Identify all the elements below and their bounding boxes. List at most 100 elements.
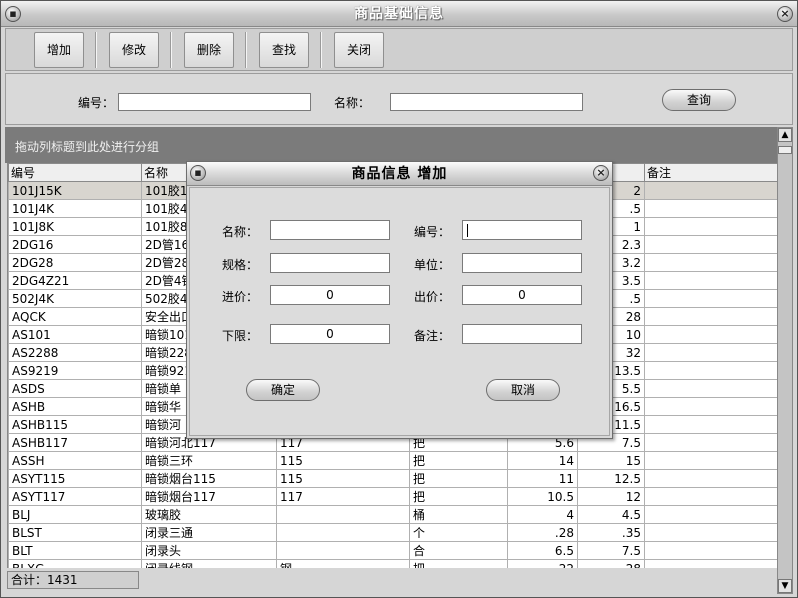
ok-button[interactable]: 确定 — [246, 379, 320, 401]
table-cell[interactable] — [644, 325, 777, 344]
table-cell[interactable]: AS2288 — [8, 343, 142, 362]
table-cell[interactable] — [276, 541, 410, 560]
dialog-buy-price-field[interactable]: 0 — [270, 285, 390, 305]
table-cell[interactable]: 115 — [276, 451, 410, 470]
window-menu-icon[interactable]: ▪ — [5, 6, 21, 22]
table-cell[interactable]: 把 — [409, 487, 508, 506]
code-search-input[interactable] — [118, 93, 311, 111]
table-cell[interactable]: 玻璃胶 — [141, 505, 277, 524]
name-search-input[interactable] — [390, 93, 583, 111]
dialog-min-stock-field[interactable]: 0 — [270, 324, 390, 344]
table-cell[interactable]: BLT — [8, 541, 142, 560]
scroll-thumb[interactable] — [778, 146, 792, 154]
table-cell[interactable]: ASDS — [8, 379, 142, 398]
table-cell[interactable] — [644, 523, 777, 542]
dialog-unit-field[interactable] — [462, 253, 582, 273]
table-cell[interactable] — [644, 361, 777, 380]
table-cell[interactable]: 桶 — [409, 505, 508, 524]
table-cell[interactable]: 101J15K — [8, 181, 142, 200]
dialog-note-field[interactable] — [462, 324, 582, 344]
table-cell[interactable]: 117 — [276, 487, 410, 506]
table-cell[interactable] — [644, 235, 777, 254]
table-row[interactable]: BLXG闭录线钢钢把2228 — [8, 559, 777, 568]
table-cell[interactable]: 暗锁烟台115 — [141, 469, 277, 488]
table-cell[interactable]: 6.5 — [507, 541, 578, 560]
table-cell[interactable] — [644, 307, 777, 326]
table-cell[interactable]: AQCK — [8, 307, 142, 326]
table-cell[interactable] — [644, 487, 777, 506]
table-cell[interactable]: ASHB117 — [8, 433, 142, 452]
table-cell[interactable]: 14 — [507, 451, 578, 470]
table-cell[interactable]: 4 — [507, 505, 578, 524]
table-cell[interactable] — [644, 379, 777, 398]
table-cell[interactable]: 暗锁烟台117 — [141, 487, 277, 506]
table-cell[interactable]: BLST — [8, 523, 142, 542]
table-cell[interactable]: BLJ — [8, 505, 142, 524]
table-cell[interactable]: 2DG16 — [8, 235, 142, 254]
table-cell[interactable]: 把 — [409, 451, 508, 470]
add-button[interactable]: 增加 — [34, 32, 84, 68]
cancel-button[interactable]: 取消 — [486, 379, 560, 401]
table-cell[interactable] — [644, 253, 777, 272]
table-cell[interactable]: 暗锁三环 — [141, 451, 277, 470]
table-cell[interactable]: AS101 — [8, 325, 142, 344]
table-cell[interactable] — [644, 217, 777, 236]
table-cell[interactable]: 11 — [507, 469, 578, 488]
table-row[interactable]: ASYT115 暗锁烟台115 115 把 11 12.5 — [8, 469, 777, 488]
table-cell[interactable] — [644, 415, 777, 434]
table-cell[interactable] — [644, 181, 777, 200]
table-cell[interactable] — [644, 433, 777, 452]
table-cell[interactable] — [644, 451, 777, 470]
table-cell[interactable]: 合 — [409, 541, 508, 560]
table-cell[interactable] — [644, 289, 777, 308]
table-row[interactable]: ASSH 暗锁三环 115 把 14 15 — [8, 451, 777, 470]
table-cell[interactable]: ASHB115 — [8, 415, 142, 434]
table-cell[interactable]: 把 — [409, 469, 508, 488]
scroll-down-icon[interactable]: ▼ — [778, 579, 792, 593]
table-cell[interactable] — [644, 559, 777, 568]
find-button[interactable]: 查找 — [259, 32, 309, 68]
table-cell[interactable]: ASYT117 — [8, 487, 142, 506]
table-cell[interactable]: 502J4K — [8, 289, 142, 308]
dialog-sell-price-field[interactable]: 0 — [462, 285, 582, 305]
table-cell[interactable]: 22 — [507, 559, 578, 568]
table-cell[interactable]: 钢 — [276, 559, 410, 568]
table-row[interactable]: ASYT117 暗锁烟台117 117 把 10.5 12 — [8, 487, 777, 506]
table-cell[interactable]: ASHB — [8, 397, 142, 416]
table-cell[interactable]: 115 — [276, 469, 410, 488]
table-cell[interactable]: 15 — [577, 451, 645, 470]
table-cell[interactable]: 闭录头 — [141, 541, 277, 560]
table-cell[interactable]: 2DG4Z21 — [8, 271, 142, 290]
table-cell[interactable] — [276, 505, 410, 524]
dialog-spec-field[interactable] — [270, 253, 390, 273]
dialog-name-field[interactable] — [270, 220, 390, 240]
table-cell[interactable]: 把 — [409, 559, 508, 568]
column-header-code[interactable]: 编号 — [8, 163, 142, 182]
vertical-scrollbar[interactable]: ▲ ▼ — [777, 127, 793, 594]
table-cell[interactable] — [644, 199, 777, 218]
edit-button[interactable]: 修改 — [109, 32, 159, 68]
table-cell[interactable]: 2DG28 — [8, 253, 142, 272]
table-cell[interactable]: .35 — [577, 523, 645, 542]
table-cell[interactable]: 闭录三通 — [141, 523, 277, 542]
table-cell[interactable]: 28 — [577, 559, 645, 568]
dialog-code-field[interactable] — [462, 220, 582, 240]
table-cell[interactable]: 101J4K — [8, 199, 142, 218]
table-cell[interactable]: BLXG — [8, 559, 142, 568]
table-cell[interactable] — [644, 397, 777, 416]
dialog-menu-icon[interactable]: ▪ — [190, 165, 206, 181]
table-cell[interactable]: ASYT115 — [8, 469, 142, 488]
close-icon[interactable]: × — [777, 6, 793, 22]
table-cell[interactable]: 12.5 — [577, 469, 645, 488]
column-header-note[interactable]: 备注 — [644, 163, 777, 182]
table-cell[interactable] — [644, 541, 777, 560]
table-cell[interactable] — [644, 343, 777, 362]
delete-button[interactable]: 删除 — [184, 32, 234, 68]
table-cell[interactable] — [644, 505, 777, 524]
close-button[interactable]: 关闭 — [334, 32, 384, 68]
scroll-up-icon[interactable]: ▲ — [778, 128, 792, 142]
table-cell[interactable] — [644, 271, 777, 290]
table-row[interactable]: BLT 闭录头 合 6.5 7.5 — [8, 541, 777, 560]
group-by-area[interactable]: 拖动列标题到此处进行分组 — [5, 127, 777, 163]
table-cell[interactable]: 4.5 — [577, 505, 645, 524]
